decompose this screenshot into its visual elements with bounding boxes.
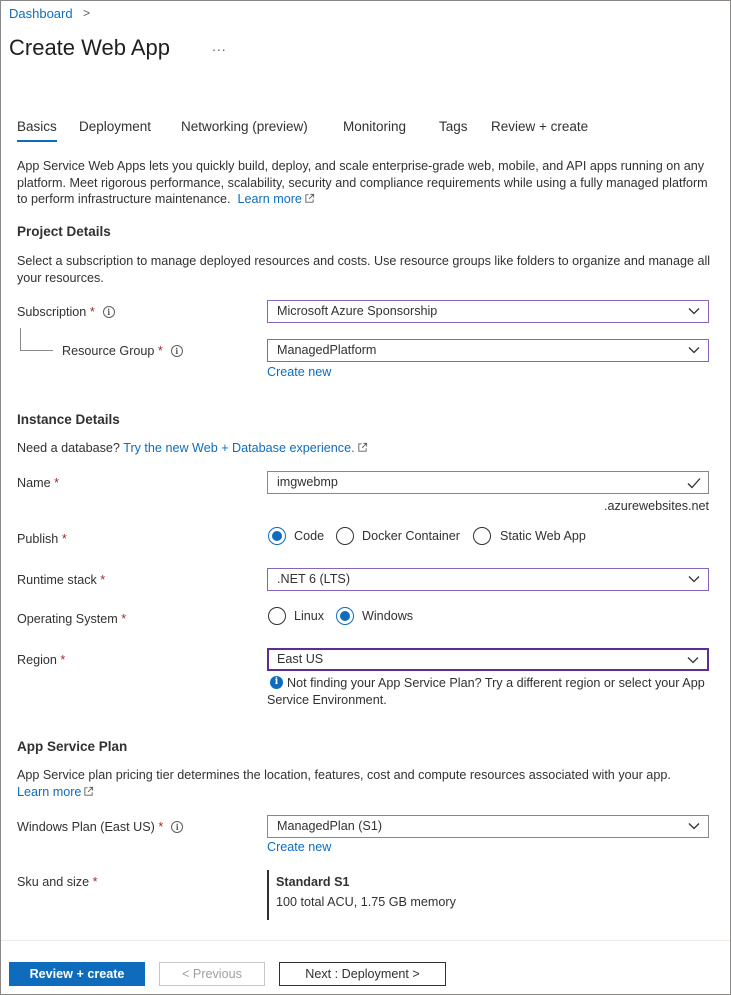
tab-tags[interactable]: Tags: [439, 119, 468, 134]
sku-size-label: Sku and size *: [17, 875, 98, 889]
learn-more-link[interactable]: Learn more: [238, 192, 315, 206]
name-suffix: .azurewebsites.net: [604, 499, 710, 513]
tab-deployment[interactable]: Deployment: [79, 119, 151, 134]
runtime-stack-label: Runtime stack *: [17, 573, 106, 587]
region-note: Not finding your App Service Plan? Try a…: [267, 676, 705, 707]
tab-networking[interactable]: Networking (preview): [181, 119, 308, 134]
sku-name: Standard S1: [276, 875, 350, 889]
web-database-link[interactable]: Try the new Web + Database experience.: [123, 441, 367, 455]
chevron-down-icon: [687, 657, 699, 664]
info-icon[interactable]: i: [171, 821, 184, 833]
project-details-heading: Project Details: [17, 224, 111, 239]
project-description: Select a subscription to manage deployed…: [17, 254, 711, 285]
region-label: Region *: [17, 653, 66, 667]
publish-label: Publish *: [17, 532, 67, 546]
tab-review-create[interactable]: Review + create: [491, 119, 588, 134]
resource-group-dropdown[interactable]: ManagedPlatform: [267, 339, 709, 362]
external-link-icon: [305, 193, 314, 203]
os-linux-label: Linux: [294, 609, 325, 623]
publish-code-label: Code: [294, 529, 325, 543]
chevron-down-icon: [688, 823, 700, 830]
create-new-resource-group-link[interactable]: Create new: [267, 365, 331, 379]
name-label: Name *: [17, 476, 59, 490]
os-linux-radio[interactable]: [268, 607, 286, 625]
external-link-icon: [357, 442, 367, 452]
name-input[interactable]: imgwebmp: [267, 471, 709, 494]
chevron-down-icon: [688, 576, 700, 583]
chevron-down-icon: [688, 347, 700, 354]
tab-basics[interactable]: Basics: [17, 119, 57, 142]
os-windows-label: Windows: [362, 609, 414, 623]
subscription-dropdown[interactable]: Microsoft Azure Sponsorship: [267, 300, 709, 323]
publish-code-radio[interactable]: [268, 527, 286, 545]
resource-group-label: Resource Group * i: [62, 344, 183, 358]
review-create-button[interactable]: Review + create: [9, 962, 145, 986]
publish-docker-label: Docker Container: [362, 529, 460, 543]
instance-details-heading: Instance Details: [17, 412, 120, 427]
plan-learn-more-link[interactable]: Learn more: [17, 785, 94, 799]
external-link-icon: [84, 786, 94, 796]
more-icon[interactable]: ...: [212, 38, 227, 54]
publish-static-radio[interactable]: [473, 527, 491, 545]
publish-docker-radio[interactable]: [336, 527, 354, 545]
tab-monitoring[interactable]: Monitoring: [343, 119, 406, 134]
publish-static-label: Static Web App: [500, 529, 586, 543]
windows-plan-label: Windows Plan (East US) * i: [17, 820, 184, 834]
app-service-plan-heading: App Service Plan: [17, 739, 128, 754]
checkmark-icon: [687, 478, 701, 489]
sku-detail: 100 total ACU, 1.75 GB memory: [276, 895, 456, 909]
subscription-label: Subscription * i: [17, 305, 115, 319]
database-prompt: Need a database? Try the new Web + Datab…: [17, 441, 368, 455]
create-new-plan-link[interactable]: Create new: [267, 840, 331, 854]
windows-plan-dropdown[interactable]: ManagedPlan (S1): [267, 815, 709, 838]
plan-description: App Service plan pricing tier determines…: [17, 768, 671, 799]
chevron-right-icon: >: [83, 6, 91, 20]
footer-divider: [1, 940, 730, 941]
previous-button[interactable]: < Previous: [159, 962, 265, 986]
runtime-stack-dropdown[interactable]: .NET 6 (LTS): [267, 568, 709, 591]
sku-accent-bar: [267, 870, 269, 920]
intro-description: App Service Web Apps lets you quickly bu…: [17, 158, 717, 208]
intro-text: App Service Web Apps lets you quickly bu…: [17, 159, 708, 206]
region-dropdown[interactable]: East US: [267, 648, 709, 671]
next-deployment-button[interactable]: Next : Deployment >: [279, 962, 446, 986]
breadcrumb-dashboard[interactable]: Dashboard: [9, 6, 73, 21]
tree-connector-h: [20, 350, 53, 351]
info-icon[interactable]: i: [170, 345, 183, 357]
window-frame: [0, 0, 731, 995]
os-windows-radio[interactable]: [336, 607, 354, 625]
chevron-down-icon: [688, 308, 700, 315]
info-icon[interactable]: i: [102, 306, 115, 318]
page-title: Create Web App: [9, 35, 171, 60]
os-label: Operating System *: [17, 612, 127, 626]
tree-connector: [20, 328, 21, 350]
